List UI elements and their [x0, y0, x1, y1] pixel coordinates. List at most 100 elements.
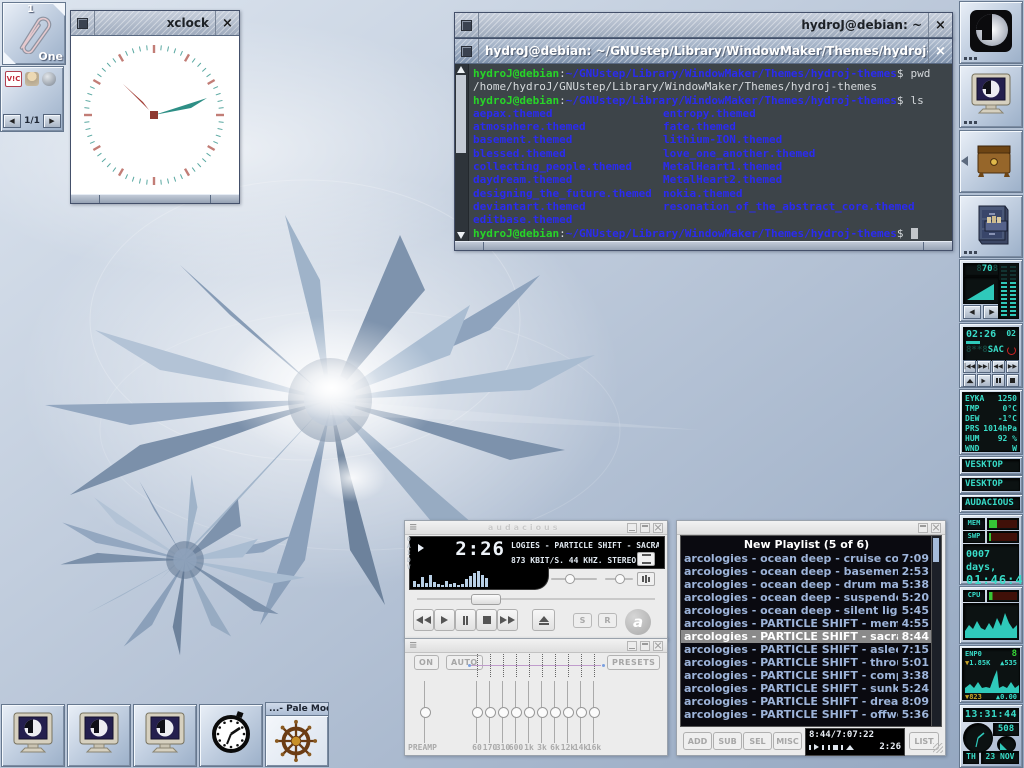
icon-tray[interactable]: V!C ◀ 1/1 ▶ — [0, 66, 64, 132]
scroll-up-icon[interactable] — [457, 66, 465, 73]
eq-band-slider[interactable] — [470, 681, 484, 743]
playlist-row[interactable]: arcologies - PARTICLE SHIFT - asleep a7:… — [681, 643, 932, 656]
close-button[interactable] — [653, 523, 663, 533]
player-titlebar[interactable]: ≡ audacious — [405, 521, 667, 535]
miniwindow-xclock[interactable] — [199, 704, 263, 767]
equalizer-titlebar[interactable]: ≡ — [405, 639, 667, 653]
eq-band-slider[interactable] — [548, 681, 562, 743]
miniaturize-button[interactable] — [455, 13, 479, 37]
xclock-titlebar[interactable]: xclock × — [71, 11, 239, 36]
playlist-sub-button[interactable]: SUB — [713, 732, 742, 750]
eq-presets-button[interactable]: PRESETS — [607, 655, 660, 670]
miniwindow-terminal[interactable] — [1, 704, 65, 767]
equalizer-button[interactable] — [637, 572, 655, 586]
playlist-button[interactable] — [637, 552, 655, 566]
vlc-icon[interactable]: V!C — [5, 71, 22, 87]
dockapp-music[interactable]: 02:26 02 8**8SAC |◀◀ ▶▶| ◀◀ ▶▶ — [959, 323, 1023, 388]
playlist-row[interactable]: arcologies - ocean deep - silent lights5… — [681, 604, 932, 617]
music-prev-button[interactable]: |◀◀ — [963, 360, 976, 373]
dockapp-weather[interactable]: EYKA1250 TMP0°C DEW-1°C PRS1014hPa HUM92… — [959, 389, 1023, 455]
mini-pause-icon[interactable] — [822, 745, 830, 750]
scrollbar-thumb[interactable] — [933, 538, 939, 562]
dock-tile-cabinet[interactable] — [959, 195, 1023, 258]
eq-on-button[interactable]: ON — [414, 655, 439, 670]
spectrum-analyzer[interactable] — [413, 570, 488, 587]
close-button[interactable]: × — [928, 39, 952, 63]
dock-tile-terminal[interactable] — [959, 65, 1023, 128]
workspace-clip[interactable]: 1 One — [2, 2, 66, 65]
scroll-down-icon[interactable] — [457, 232, 465, 239]
playlist-titlebar[interactable] — [677, 521, 945, 535]
playlist-scrollbar[interactable] — [931, 535, 942, 727]
playlist-row[interactable]: arcologies - PARTICLE SHIFT - offworld5:… — [681, 708, 932, 721]
mixer-prev-button[interactable]: ◀ — [963, 305, 981, 319]
pause-button[interactable] — [455, 609, 476, 631]
eq-band-slider[interactable] — [509, 681, 523, 743]
eq-band-slider[interactable] — [483, 681, 497, 743]
minimize-button[interactable] — [627, 641, 637, 651]
mini-prev-icon[interactable] — [809, 745, 811, 750]
miniwindow-palemoon[interactable] — [265, 715, 329, 767]
mini-eject-icon[interactable] — [846, 745, 854, 750]
playlist-row[interactable]: arcologies - ocean deep - cruise contro7… — [681, 552, 932, 565]
clip-next-button[interactable] — [52, 3, 65, 16]
resize-grip[interactable] — [933, 743, 943, 753]
steam-icon[interactable] — [42, 72, 56, 86]
music-rewind-button[interactable]: ◀◀ — [992, 360, 1005, 373]
pager-prev-button[interactable]: ◀ — [3, 114, 21, 128]
playlist-row[interactable]: arcologies - PARTICLE SHIFT - memory4:55 — [681, 617, 932, 630]
dock-tile-wmaker[interactable] — [959, 1, 1023, 64]
prev-button[interactable] — [413, 609, 434, 631]
mini-next-icon[interactable] — [841, 745, 843, 750]
music-play-button[interactable] — [977, 374, 990, 387]
play-button[interactable] — [434, 609, 455, 631]
dock-tile-drawer[interactable] — [959, 130, 1023, 193]
dockapp-net[interactable]: ENP08 ▼1.85K▲535 ▼823▲0.00 — [959, 645, 1023, 703]
eq-band-slider[interactable] — [574, 681, 588, 743]
eq-band-slider[interactable] — [561, 681, 575, 743]
mini-play-icon[interactable] — [814, 744, 819, 750]
eq-band-slider[interactable] — [587, 681, 601, 743]
playlist-row[interactable]: arcologies - PARTICLE SHIFT - sunken t5:… — [681, 682, 932, 695]
terminal-titlebar[interactable]: hydroJ@debian: ~/GNUstep/Library/WindowM… — [455, 39, 952, 64]
shade-button[interactable] — [640, 523, 650, 533]
track-marquee[interactable]: LOGIES - PARTICLE SHIFT - SACRA — [511, 541, 659, 550]
seek-thumb[interactable] — [471, 594, 501, 605]
shade-button[interactable] — [918, 523, 928, 533]
dockapp-lcd-strip[interactable]: VESKTOP — [959, 475, 1023, 494]
playlist-add-button[interactable]: ADD — [683, 732, 712, 750]
playlist-row[interactable]: arcologies - PARTICLE SHIFT - through5:0… — [681, 656, 932, 669]
eq-band-slider[interactable] — [522, 681, 536, 743]
playlist-row[interactable]: arcologies - ocean deep - drum machin5:3… — [681, 578, 932, 591]
stop-button[interactable] — [476, 609, 497, 631]
menu-icon[interactable]: ≡ — [405, 640, 421, 651]
close-button[interactable]: × — [928, 13, 952, 37]
resize-bar[interactable] — [71, 194, 239, 203]
audacious-logo[interactable]: a — [625, 609, 651, 635]
dockapp-lcd-strip[interactable]: AUDACIOUS — [959, 494, 1023, 513]
terminal-body[interactable]: hydroJ@debian:~/GNUstep/Library/WindowMa… — [455, 64, 952, 241]
playlist-row[interactable]: arcologies - PARTICLE SHIFT - compute3:3… — [681, 669, 932, 682]
terminal-scrollbar[interactable] — [455, 64, 469, 241]
next-button[interactable] — [497, 609, 518, 631]
music-pause-button[interactable] — [992, 374, 1005, 387]
scrollbar-thumb[interactable] — [456, 75, 466, 153]
music-eject-button[interactable] — [963, 374, 976, 387]
dockapp-lcd-strip[interactable]: VESKTOP — [959, 456, 1023, 475]
miniwindow-terminal[interactable] — [133, 704, 197, 767]
music-next-button[interactable]: ▶▶| — [977, 360, 990, 373]
close-button[interactable] — [653, 641, 663, 651]
mini-stop-icon[interactable] — [833, 745, 838, 750]
minimize-button[interactable] — [627, 523, 637, 533]
playlist-sel-button[interactable]: SEL — [743, 732, 772, 750]
playlist-row[interactable]: arcologies - ocean deep - basement lif2:… — [681, 565, 932, 578]
playlist-misc-button[interactable]: MISC — [773, 732, 802, 750]
repeat-button[interactable]: R — [598, 613, 617, 628]
eject-button[interactable] — [532, 609, 555, 631]
avatar-icon[interactable] — [25, 72, 39, 86]
dockapp-cpu[interactable]: CPU — [959, 586, 1023, 644]
miniwindow-terminal[interactable] — [67, 704, 131, 767]
preamp-slider[interactable] — [418, 681, 432, 743]
dockapp-sysmon[interactable]: MEM SWP 0007 days, 01:46:44 — [959, 514, 1023, 585]
menu-icon[interactable]: ≡ — [405, 522, 421, 533]
